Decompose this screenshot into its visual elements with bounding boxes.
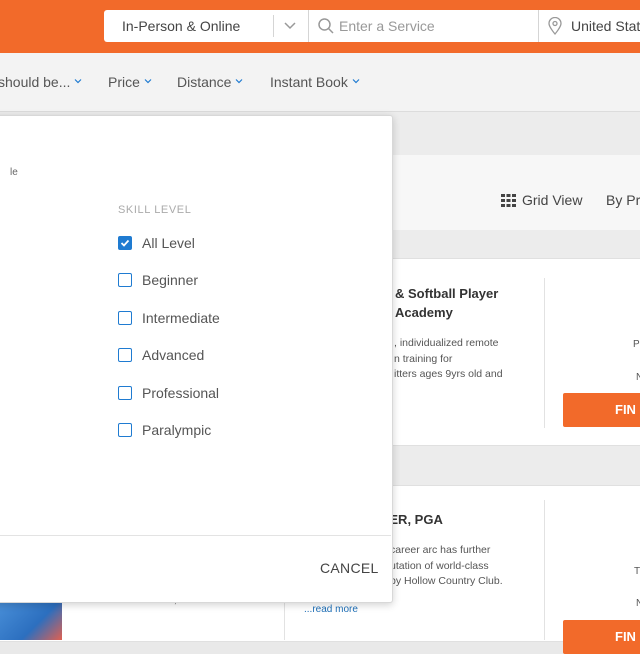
filter-gender[interactable]: should be... bbox=[0, 74, 82, 90]
checkmark-icon bbox=[120, 239, 130, 247]
grid-view-toggle[interactable]: Grid View bbox=[501, 192, 582, 208]
filter-distance-label: Distance bbox=[177, 74, 232, 90]
divider bbox=[544, 500, 545, 640]
option-label: Professional bbox=[142, 385, 220, 401]
location-select[interactable]: United States bbox=[538, 10, 640, 42]
chevron-down-icon[interactable] bbox=[282, 17, 298, 33]
filter-instant-book-label: Instant Book bbox=[270, 74, 348, 90]
grid-view-label: Grid View bbox=[522, 192, 583, 208]
checkbox[interactable] bbox=[118, 311, 132, 325]
option-label: Paralympic bbox=[142, 422, 212, 438]
filter-gender-label: should be... bbox=[0, 74, 71, 90]
option-label: Beginner bbox=[142, 272, 199, 288]
skill-level-heading: SKILL LEVEL bbox=[118, 204, 192, 216]
mode-select-label: In-Person & Online bbox=[122, 18, 241, 34]
card-side-text: N bbox=[636, 598, 640, 609]
chevron-down-icon bbox=[352, 79, 360, 84]
filter-bar: should be... Price Distance Instant Book bbox=[0, 53, 640, 112]
dropdown-note: le bbox=[10, 167, 18, 178]
divider bbox=[273, 15, 274, 37]
mode-select[interactable]: In-Person & Online bbox=[104, 10, 307, 42]
card-side-text: T bbox=[634, 566, 640, 577]
search-icon bbox=[318, 18, 334, 34]
option-label: All Level bbox=[142, 235, 195, 251]
checkbox[interactable] bbox=[118, 423, 132, 437]
checkbox[interactable] bbox=[118, 348, 132, 362]
card-title: & Softball Player Academy bbox=[395, 286, 499, 320]
profile-photo[interactable] bbox=[0, 599, 62, 640]
chevron-down-icon bbox=[236, 79, 243, 84]
find-button[interactable]: FIN bbox=[563, 620, 640, 654]
card-description: career arc has further utation of world-… bbox=[390, 544, 503, 587]
chevron-down-icon bbox=[144, 79, 152, 84]
checkbox[interactable] bbox=[118, 273, 132, 287]
checkbox[interactable] bbox=[118, 386, 132, 400]
service-search-input[interactable] bbox=[339, 16, 529, 36]
cancel-button[interactable]: CANCEL bbox=[320, 560, 379, 576]
top-header: In-Person & Online United States bbox=[0, 0, 640, 53]
divider bbox=[544, 278, 545, 428]
card-side-text: N bbox=[636, 372, 640, 383]
sort-toggle[interactable]: By Pr bbox=[606, 192, 640, 208]
card-side-text: P bbox=[633, 339, 640, 350]
chevron-down-icon bbox=[74, 79, 82, 84]
option-label: Intermediate bbox=[142, 310, 220, 326]
filter-price-label: Price bbox=[108, 74, 140, 90]
filter-instant-book[interactable]: Instant Book bbox=[270, 74, 360, 90]
grid-icon bbox=[501, 194, 516, 207]
divider bbox=[0, 535, 391, 536]
filter-price[interactable]: Price bbox=[108, 74, 152, 90]
card-description: , individualized remote n training for i… bbox=[394, 337, 503, 380]
location-label: United States bbox=[571, 18, 640, 34]
map-pin-icon bbox=[548, 17, 562, 35]
checkbox[interactable] bbox=[118, 236, 132, 250]
search-bar: In-Person & Online United States bbox=[104, 10, 640, 42]
find-button[interactable]: FIN bbox=[563, 393, 640, 427]
read-more-link[interactable]: ...read more bbox=[304, 604, 358, 615]
option-label: Advanced bbox=[142, 347, 205, 363]
service-search bbox=[308, 10, 539, 42]
filter-distance[interactable]: Distance bbox=[177, 74, 243, 90]
